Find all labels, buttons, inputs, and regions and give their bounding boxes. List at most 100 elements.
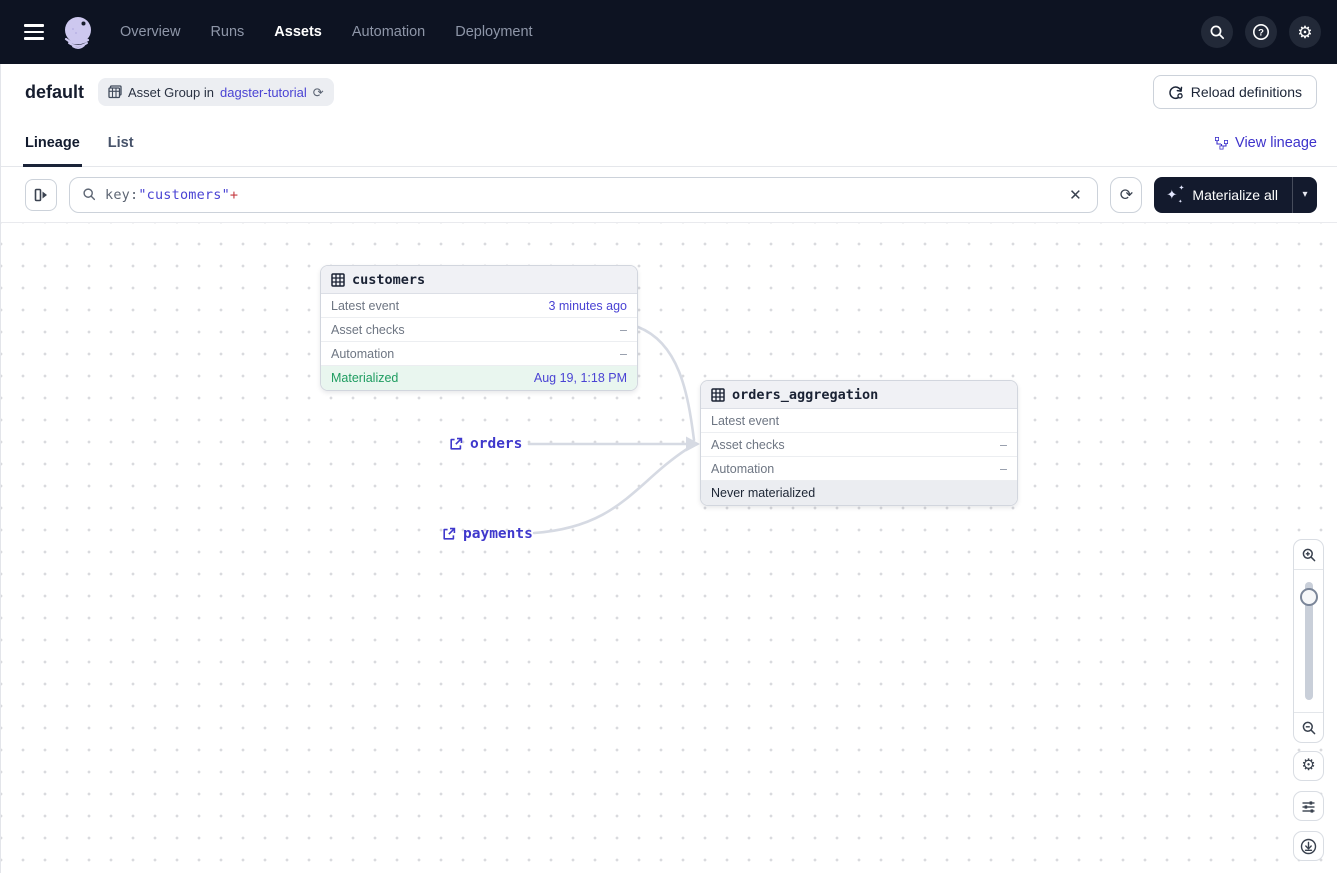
code-location-link[interactable]: dagster-tutorial xyxy=(220,85,307,100)
zoom-slider-thumb[interactable] xyxy=(1300,588,1318,606)
tab-list[interactable]: List xyxy=(108,120,134,166)
lineage-graph-icon xyxy=(1214,136,1229,151)
zoom-in-button[interactable] xyxy=(1294,540,1323,569)
nav-item-runs[interactable]: Runs xyxy=(210,24,244,40)
asset-node-orders-aggregation[interactable]: orders_aggregation Latest event Asset ch… xyxy=(700,380,1018,506)
materialize-all-button[interactable]: ✦✦✦ Materialize all xyxy=(1154,177,1292,213)
row-value: – xyxy=(1000,462,1007,476)
refresh-graph-button[interactable]: ⟳ xyxy=(1110,177,1142,213)
tabs-bar: Lineage List View lineage xyxy=(1,120,1337,167)
node-row-asset-checks: Asset checks – xyxy=(321,318,637,342)
row-label: Automation xyxy=(331,347,394,361)
query-token-key: key: xyxy=(105,187,138,203)
external-asset-payments[interactable]: payments xyxy=(442,526,533,542)
asset-search-box: key:"customers"+ ✕ xyxy=(69,177,1098,213)
view-lineage-link[interactable]: View lineage xyxy=(1214,135,1317,151)
zoom-in-icon xyxy=(1301,547,1317,563)
row-label: Automation xyxy=(711,462,774,476)
latest-event-link[interactable]: 3 minutes ago xyxy=(548,299,627,313)
asset-group-header: default Asset Group in dagster-tutorial … xyxy=(1,64,1337,120)
asset-node-title: orders_aggregation xyxy=(732,387,878,403)
dagster-logo[interactable] xyxy=(58,12,98,52)
search-button[interactable] xyxy=(1201,16,1233,48)
sparkles-icon: ✦✦✦ xyxy=(1166,186,1184,204)
asset-node-customers[interactable]: customers Latest event 3 minutes ago Ass… xyxy=(320,265,638,391)
asset-group-badge: Asset Group in dagster-tutorial ⟳ xyxy=(98,78,334,106)
badge-text: Asset Group in xyxy=(128,85,214,100)
row-value: – xyxy=(620,323,627,337)
query-token-plus: + xyxy=(230,187,238,203)
materialize-all-label: Materialize all xyxy=(1192,187,1278,203)
lineage-canvas[interactable]: customers Latest event 3 minutes ago Ass… xyxy=(1,223,1337,873)
svg-text:?: ? xyxy=(1258,27,1264,38)
zoom-out-icon xyxy=(1301,720,1317,736)
hamburger-menu-icon[interactable] xyxy=(16,14,52,50)
reload-definitions-button[interactable]: Reload definitions xyxy=(1153,75,1317,109)
materialized-status-label: Materialized xyxy=(331,371,398,385)
table-icon xyxy=(331,273,345,287)
node-row-automation: Automation – xyxy=(701,457,1017,481)
sync-status-icon[interactable]: ⟳ xyxy=(313,86,324,99)
row-label: Asset checks xyxy=(331,323,405,337)
materialize-all-control: ✦✦✦ Materialize all ▾ xyxy=(1154,177,1317,213)
view-lineage-label: View lineage xyxy=(1235,135,1317,151)
graph-filters-button[interactable] xyxy=(1293,791,1324,821)
external-link-icon xyxy=(449,437,463,451)
materialize-dropdown-button[interactable]: ▾ xyxy=(1293,177,1317,213)
chevron-down-icon: ▾ xyxy=(1302,189,1307,200)
refresh-icon: ⟳ xyxy=(1120,185,1133,205)
query-token-value: "customers" xyxy=(138,187,230,203)
external-asset-label: orders xyxy=(470,436,522,452)
external-asset-orders[interactable]: orders xyxy=(449,436,522,452)
help-button[interactable]: ? xyxy=(1245,16,1277,48)
settings-button[interactable]: ⚙ xyxy=(1289,16,1321,48)
external-link-icon xyxy=(442,527,456,541)
recenter-view-button[interactable] xyxy=(1293,831,1324,861)
node-row-never-materialized: Never materialized xyxy=(701,481,1017,505)
node-row-latest-event: Latest event 3 minutes ago xyxy=(321,294,637,318)
search-icon xyxy=(1209,24,1226,41)
nav-item-assets[interactable]: Assets xyxy=(274,24,322,40)
nav-item-deployment[interactable]: Deployment xyxy=(455,24,532,40)
zoom-out-button[interactable] xyxy=(1294,713,1323,742)
reload-icon xyxy=(1168,85,1183,100)
primary-nav: Overview Runs Assets Automation Deployme… xyxy=(120,24,533,40)
page-title: default xyxy=(25,82,84,103)
node-row-automation: Automation – xyxy=(321,342,637,366)
row-value: – xyxy=(620,347,627,361)
download-circle-icon xyxy=(1300,838,1317,855)
close-icon: ✕ xyxy=(1069,186,1082,204)
row-value: – xyxy=(1000,438,1007,452)
reload-definitions-label: Reload definitions xyxy=(1191,84,1302,100)
never-materialized-label: Never materialized xyxy=(711,486,815,500)
zoom-slider[interactable] xyxy=(1294,569,1323,713)
top-navbar: Overview Runs Assets Automation Deployme… xyxy=(0,0,1337,64)
nav-item-automation[interactable]: Automation xyxy=(352,24,425,40)
table-icon xyxy=(711,388,725,402)
node-row-asset-checks: Asset checks – xyxy=(701,433,1017,457)
gear-icon: ⚙ xyxy=(1297,24,1312,41)
tab-lineage[interactable]: Lineage xyxy=(25,120,80,166)
row-label: Latest event xyxy=(711,414,779,428)
row-label: Asset checks xyxy=(711,438,785,452)
help-icon: ? xyxy=(1252,23,1270,41)
asset-selection-input[interactable]: key:"customers"+ xyxy=(105,187,1055,203)
panel-expand-icon xyxy=(33,187,49,203)
asset-group-icon xyxy=(108,85,122,99)
lineage-edges xyxy=(1,223,1337,873)
clear-search-button[interactable]: ✕ xyxy=(1063,183,1087,207)
search-icon xyxy=(82,187,97,202)
external-asset-label: payments xyxy=(463,526,533,542)
node-row-latest-event: Latest event xyxy=(701,409,1017,433)
expand-sidebar-button[interactable] xyxy=(25,179,57,211)
graph-settings-button[interactable]: ⚙ xyxy=(1293,751,1324,781)
filter-sliders-icon xyxy=(1301,799,1316,814)
node-row-materialized: Materialized Aug 19, 1:18 PM xyxy=(321,366,637,390)
asset-node-title: customers xyxy=(352,272,425,288)
zoom-control-panel xyxy=(1293,539,1324,743)
materialization-time-link[interactable]: Aug 19, 1:18 PM xyxy=(534,371,627,385)
gear-icon: ⚙ xyxy=(1301,758,1315,774)
nav-item-overview[interactable]: Overview xyxy=(120,24,180,40)
graph-toolbar: key:"customers"+ ✕ ⟳ ✦✦✦ Materialize all… xyxy=(1,167,1337,223)
row-label: Latest event xyxy=(331,299,399,313)
